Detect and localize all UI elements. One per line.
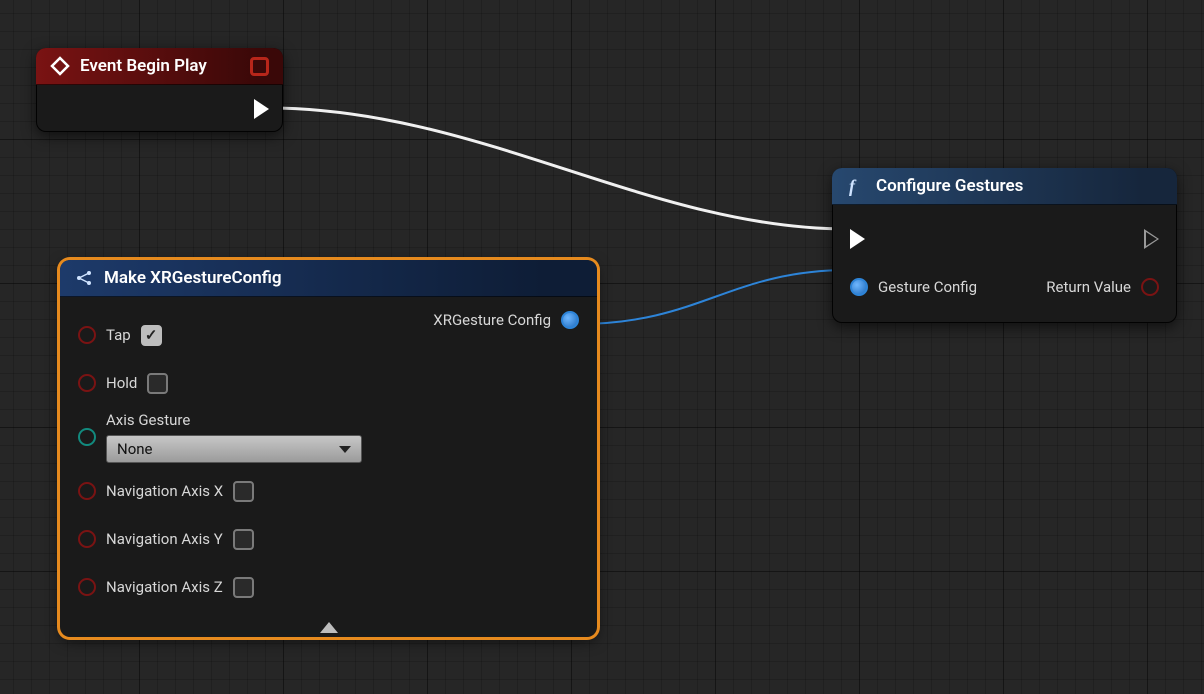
expand-toggle-icon[interactable]	[320, 622, 338, 633]
pin-label: Gesture Config	[878, 278, 977, 296]
struct-wire	[578, 270, 849, 324]
pin-label: Navigation Axis Z	[106, 578, 223, 596]
node-body: Gesture Config Return Value	[832, 205, 1177, 323]
pin-label: Hold	[106, 374, 137, 392]
nav-y-checkbox[interactable]	[233, 529, 254, 550]
node-title-bar[interactable]: Event Begin Play	[36, 48, 283, 85]
pin-label: XRGesture Config	[433, 311, 551, 329]
node-body: XRGesture Config Tap Hold Axis Gesture N…	[60, 297, 597, 637]
tap-checkbox[interactable]	[141, 325, 162, 346]
exec-output-pin[interactable]	[1144, 229, 1159, 249]
pin-label: Navigation Axis Y	[106, 530, 223, 548]
node-title-text: Configure Gestures	[876, 176, 1023, 196]
node-title-text: Make XRGestureConfig	[104, 268, 282, 288]
node-event-beginplay[interactable]: Event Begin Play	[36, 48, 283, 132]
node-make-xrgestureconfig[interactable]: Make XRGestureConfig XRGesture Config Ta…	[60, 260, 597, 637]
exec-wire	[268, 108, 847, 229]
pin-label: Axis Gesture	[106, 411, 362, 429]
axis-gesture-dropdown[interactable]: None	[106, 435, 362, 463]
nav-y-input-pin[interactable]	[78, 530, 96, 548]
nav-x-input-pin[interactable]	[78, 482, 96, 500]
svg-text:f: f	[849, 176, 857, 196]
delegate-pin[interactable]	[250, 57, 269, 76]
hold-checkbox[interactable]	[147, 373, 168, 394]
dropdown-value: None	[117, 440, 153, 458]
hold-input-pin[interactable]	[78, 374, 96, 392]
gesture-config-input-pin[interactable]	[850, 278, 868, 296]
function-icon: f	[846, 176, 866, 196]
tap-input-pin[interactable]	[78, 326, 96, 344]
chevron-down-icon	[339, 446, 351, 453]
pin-label: Return Value	[1046, 278, 1131, 296]
return-value-output-pin[interactable]	[1141, 278, 1159, 296]
node-title-bar[interactable]: f Configure Gestures	[832, 168, 1177, 205]
nav-z-input-pin[interactable]	[78, 578, 96, 596]
node-title-text: Event Begin Play	[80, 56, 207, 76]
axis-gesture-input-pin[interactable]	[78, 428, 96, 446]
nav-x-checkbox[interactable]	[233, 481, 254, 502]
exec-input-pin[interactable]	[850, 229, 865, 249]
pin-label: Navigation Axis X	[106, 482, 223, 500]
node-configure-gestures[interactable]: f Configure Gestures Gesture Config Retu…	[832, 168, 1177, 323]
pin-label: Tap	[106, 326, 131, 344]
node-body	[36, 85, 283, 132]
event-icon	[50, 56, 70, 76]
xrgesture-config-output-pin[interactable]	[561, 311, 579, 329]
exec-output-pin[interactable]	[254, 99, 269, 119]
node-title-bar[interactable]: Make XRGestureConfig	[60, 260, 597, 297]
nav-z-checkbox[interactable]	[233, 577, 254, 598]
make-struct-icon	[74, 268, 94, 288]
